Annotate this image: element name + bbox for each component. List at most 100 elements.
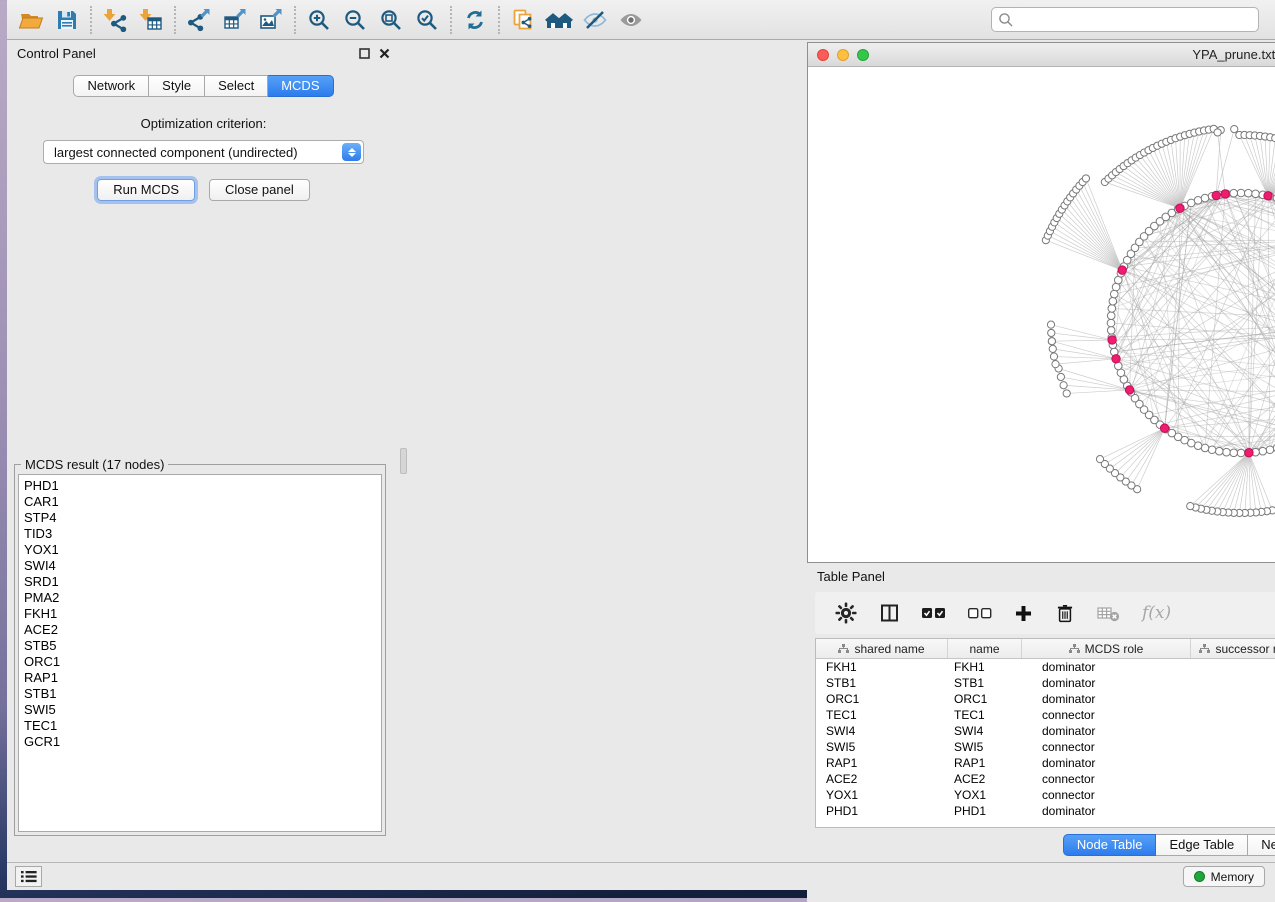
- refresh-view-icon[interactable]: [457, 4, 493, 36]
- cell-shared-name[interactable]: PHD1: [816, 803, 948, 819]
- deselect-all-icon[interactable]: [968, 606, 992, 620]
- duplicate-network-icon[interactable]: [505, 4, 541, 36]
- cell-shared-name[interactable]: ACE2: [816, 771, 948, 787]
- table-tab-network-table[interactable]: Network Table: [1248, 834, 1275, 856]
- mcds-result-node[interactable]: STB1: [24, 686, 381, 702]
- export-table-icon[interactable]: [217, 4, 253, 36]
- cell-name[interactable]: TEC1: [948, 707, 1022, 723]
- import-table-icon[interactable]: [133, 4, 169, 36]
- cell-MCDS-role[interactable]: dominator: [1022, 803, 1191, 819]
- zoom-in-icon[interactable]: [301, 4, 337, 36]
- cell-successor-nodes[interactable]: 18: [1191, 803, 1275, 819]
- mcds-result-node[interactable]: PHD1: [24, 478, 381, 494]
- mcds-result-node[interactable]: TID3: [24, 526, 381, 542]
- table-row[interactable]: FKH1FKH1dominator962: [816, 659, 1275, 675]
- cell-shared-name[interactable]: SWI5: [816, 739, 948, 755]
- cell-successor-nodes[interactable]: 61: [1191, 691, 1275, 707]
- tab-style[interactable]: Style: [149, 75, 205, 97]
- cell-name[interactable]: FKH1: [948, 659, 1022, 675]
- cell-shared-name[interactable]: YOX1: [816, 787, 948, 803]
- mcds-result-node[interactable]: ACE2: [24, 622, 381, 638]
- mcds-result-node[interactable]: STP4: [24, 510, 381, 526]
- cell-MCDS-role[interactable]: dominator: [1022, 723, 1191, 739]
- cell-successor-nodes[interactable]: 47: [1191, 707, 1275, 723]
- cell-MCDS-role[interactable]: connector: [1022, 739, 1191, 755]
- hide-details-icon[interactable]: [577, 4, 613, 36]
- cell-successor-nodes[interactable]: 62: [1191, 675, 1275, 691]
- float-panel-icon[interactable]: [359, 48, 370, 59]
- cell-MCDS-role[interactable]: connector: [1022, 707, 1191, 723]
- import-network-icon[interactable]: [97, 4, 133, 36]
- delete-column-icon[interactable]: [1055, 603, 1075, 624]
- zoom-out-icon[interactable]: [337, 4, 373, 36]
- mcds-result-node[interactable]: TEC1: [24, 718, 381, 734]
- column-header-shared-name[interactable]: shared name: [816, 639, 948, 658]
- mcds-result-node[interactable]: SWI4: [24, 558, 381, 574]
- cell-successor-nodes[interactable]: 46: [1191, 723, 1275, 739]
- export-image-icon[interactable]: [253, 4, 289, 36]
- cell-MCDS-role[interactable]: connector: [1022, 787, 1191, 803]
- cell-MCDS-role[interactable]: dominator: [1022, 755, 1191, 771]
- mcds-result-node[interactable]: SRD1: [24, 574, 381, 590]
- cell-name[interactable]: SWI5: [948, 739, 1022, 755]
- open-session-icon[interactable]: [13, 4, 49, 36]
- search-input[interactable]: [1014, 12, 1252, 27]
- close-panel-icon[interactable]: [379, 48, 390, 59]
- table-row[interactable]: YOX1YOX1connector291: [816, 787, 1275, 803]
- mcds-result-node[interactable]: CAR1: [24, 494, 381, 510]
- cell-successor-nodes[interactable]: 96: [1191, 659, 1275, 675]
- cell-successor-nodes[interactable]: 29: [1191, 787, 1275, 803]
- show-details-icon[interactable]: [613, 4, 649, 36]
- tab-network[interactable]: Network: [73, 75, 149, 97]
- cell-shared-name[interactable]: RAP1: [816, 755, 948, 771]
- cell-shared-name[interactable]: SWI4: [816, 723, 948, 739]
- node-table[interactable]: shared namenameMCDS rolesuccessor nodesp…: [815, 638, 1275, 828]
- save-session-icon[interactable]: [49, 4, 85, 36]
- table-tab-node-table[interactable]: Node Table: [1063, 834, 1157, 856]
- splitter-grip[interactable]: [400, 448, 407, 474]
- memory-button[interactable]: Memory: [1183, 866, 1265, 887]
- tab-mcds[interactable]: MCDS: [268, 75, 333, 97]
- table-row[interactable]: STB1STB1dominator620: [816, 675, 1275, 691]
- table-row[interactable]: SWI5SWI5connector431: [816, 739, 1275, 755]
- cell-successor-nodes[interactable]: 31: [1191, 771, 1275, 787]
- table-row[interactable]: ORC1ORC1dominator610: [816, 691, 1275, 707]
- cell-shared-name[interactable]: ORC1: [816, 691, 948, 707]
- cell-name[interactable]: SWI4: [948, 723, 1022, 739]
- table-row[interactable]: TEC1TEC1connector472: [816, 707, 1275, 723]
- cell-shared-name[interactable]: FKH1: [816, 659, 948, 675]
- table-tab-edge-table[interactable]: Edge Table: [1156, 834, 1248, 856]
- panel-splitter[interactable]: [400, 40, 407, 862]
- cell-name[interactable]: PHD1: [948, 803, 1022, 819]
- export-network-icon[interactable]: [181, 4, 217, 36]
- network-window-titlebar[interactable]: YPA_prune.txt_1: [808, 43, 1275, 67]
- network-canvas[interactable]: [808, 67, 1275, 562]
- first-neighbors-icon[interactable]: [541, 4, 577, 36]
- mcds-result-node[interactable]: SWI5: [24, 702, 381, 718]
- table-row[interactable]: ACE2ACE2connector311: [816, 771, 1275, 787]
- cell-successor-nodes[interactable]: 35: [1191, 755, 1275, 771]
- close-panel-button[interactable]: Close panel: [209, 179, 310, 201]
- dropdown-stepper-icon[interactable]: [342, 143, 361, 161]
- cell-shared-name[interactable]: TEC1: [816, 707, 948, 723]
- column-header-successor-nodes[interactable]: successor nodes: [1191, 639, 1275, 658]
- criterion-dropdown[interactable]: largest connected component (undirected): [43, 140, 364, 164]
- mcds-result-node[interactable]: STB5: [24, 638, 381, 654]
- cell-name[interactable]: STB1: [948, 675, 1022, 691]
- column-header-MCDS-role[interactable]: MCDS role: [1022, 639, 1191, 658]
- cell-successor-nodes[interactable]: 43: [1191, 739, 1275, 755]
- select-all-icon[interactable]: [922, 606, 946, 620]
- zoom-selected-icon[interactable]: [409, 4, 445, 36]
- mcds-result-list[interactable]: PHD1CAR1STP4TID3YOX1SWI4SRD1PMA2FKH1ACE2…: [18, 474, 382, 832]
- mcds-result-node[interactable]: ORC1: [24, 654, 381, 670]
- cell-MCDS-role[interactable]: dominator: [1022, 659, 1191, 675]
- task-history-button[interactable]: [15, 866, 42, 887]
- cell-shared-name[interactable]: STB1: [816, 675, 948, 691]
- cell-name[interactable]: YOX1: [948, 787, 1022, 803]
- cell-name[interactable]: RAP1: [948, 755, 1022, 771]
- mcds-result-node[interactable]: FKH1: [24, 606, 381, 622]
- show-columns-icon[interactable]: [879, 603, 900, 623]
- search-box[interactable]: [991, 7, 1259, 32]
- table-options-icon[interactable]: [835, 602, 857, 624]
- mcds-result-node[interactable]: PMA2: [24, 590, 381, 606]
